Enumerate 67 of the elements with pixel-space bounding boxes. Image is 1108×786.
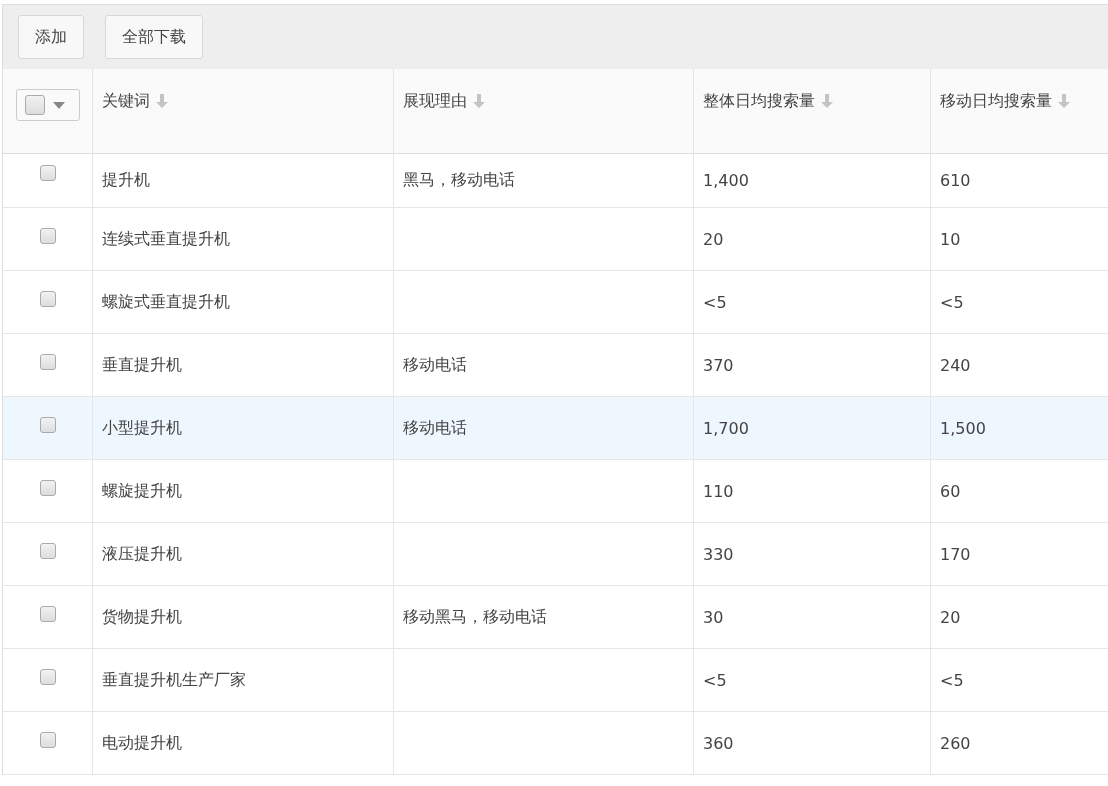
table-cell: 610	[940, 171, 971, 190]
sort-arrow-icon[interactable]	[472, 93, 486, 109]
table-cell: 移动电话	[403, 417, 467, 439]
table-cell: 电动提升机	[102, 732, 182, 754]
select-all-checkbox[interactable]	[25, 95, 45, 115]
table-cell: 30	[703, 607, 724, 627]
table-cell: 330	[703, 544, 734, 564]
table-cell: 黑马，移动电话	[403, 170, 515, 191]
table-row[interactable]: 提升机 黑马，移动电话 1,400 610	[3, 154, 1108, 208]
table-cell: 260	[940, 733, 971, 753]
toolbar-button[interactable]: 添加	[18, 15, 84, 59]
row-checkbox[interactable]	[39, 732, 56, 748]
sort-arrow-icon[interactable]	[1057, 93, 1071, 109]
row-checkbox[interactable]	[39, 543, 56, 559]
table-row[interactable]: 液压提升机 330 170	[3, 523, 1108, 586]
table-cell: 垂直提升机	[102, 354, 182, 376]
table-cell: 螺旋式垂直提升机	[102, 291, 230, 313]
column-header[interactable]: 移动日均搜索量	[940, 91, 1052, 112]
table-cell: 货物提升机	[102, 606, 182, 628]
row-checkbox[interactable]	[39, 669, 56, 685]
row-checkbox[interactable]	[39, 417, 56, 433]
table-row[interactable]: 垂直提升机 移动电话 370 240	[3, 334, 1108, 397]
sort-arrow-icon[interactable]	[155, 93, 169, 109]
row-checkbox[interactable]	[39, 165, 56, 181]
table-cell: 螺旋提升机	[102, 480, 182, 502]
table-row[interactable]: 螺旋式垂直提升机 <5 <5	[3, 271, 1108, 334]
row-checkbox[interactable]	[39, 606, 56, 622]
column-header[interactable]: 整体日均搜索量	[703, 91, 815, 112]
table-cell: 1,700	[703, 418, 749, 438]
sort-arrow-icon[interactable]	[820, 93, 834, 109]
table-cell: 360	[703, 733, 734, 753]
table-cell: <5	[703, 292, 727, 312]
column-header[interactable]: 展现理由	[403, 91, 467, 112]
table-cell: 移动黑马，移动电话	[403, 606, 547, 628]
table-row[interactable]: 电动提升机 360 260	[3, 712, 1108, 775]
table-cell: 提升机	[102, 170, 150, 191]
row-checkbox[interactable]	[39, 480, 56, 496]
table-cell: 1,500	[940, 418, 986, 438]
table-cell: <5	[940, 670, 964, 690]
table-cell: 移动电话	[403, 354, 467, 376]
table-cell: 110	[703, 481, 734, 501]
table-cell: 20	[940, 607, 961, 627]
table-cell: 连续式垂直提升机	[102, 228, 230, 250]
table-cell: 1,400	[703, 171, 749, 190]
table-cell: 240	[940, 355, 971, 375]
select-all-dropdown[interactable]	[16, 89, 80, 121]
table-cell: 170	[940, 544, 971, 564]
table-cell: 370	[703, 355, 734, 375]
row-checkbox[interactable]	[39, 228, 56, 244]
table-row[interactable]: 螺旋提升机 110 60	[3, 460, 1108, 523]
table-row[interactable]: 小型提升机 移动电话 1,700 1,500	[3, 397, 1108, 460]
table-cell: 10	[940, 229, 961, 249]
table-cell: 20	[703, 229, 724, 249]
table-cell: 60	[940, 481, 961, 501]
column-header[interactable]: 关键词	[102, 91, 150, 112]
table-row[interactable]: 连续式垂直提升机 20 10	[3, 208, 1108, 271]
table-row[interactable]: 垂直提升机生产厂家 <5 <5	[3, 649, 1108, 712]
table-cell: 液压提升机	[102, 543, 182, 565]
caret-icon	[53, 101, 65, 109]
table-cell: 小型提升机	[102, 417, 182, 439]
table-cell: <5	[703, 670, 727, 690]
row-checkbox[interactable]	[39, 291, 56, 307]
row-checkbox[interactable]	[39, 354, 56, 370]
toolbar-button[interactable]: 全部下载	[105, 15, 203, 59]
table-cell: <5	[940, 292, 964, 312]
table-row[interactable]: 货物提升机 移动黑马，移动电话 30 20	[3, 586, 1108, 649]
table-cell: 垂直提升机生产厂家	[102, 669, 246, 691]
